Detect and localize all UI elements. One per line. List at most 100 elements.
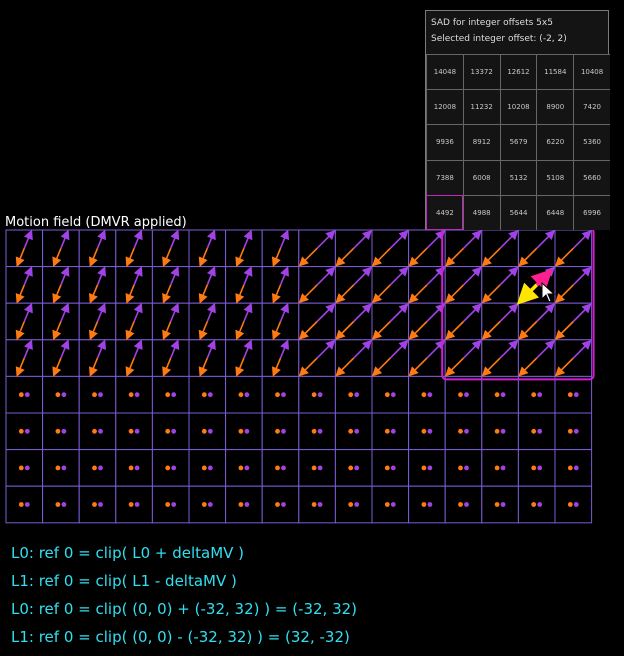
field-cell[interactable]	[554, 412, 593, 451]
field-cell[interactable]	[188, 485, 227, 524]
field-cell[interactable]	[225, 375, 263, 414]
field-cell[interactable]	[151, 485, 190, 524]
field-cell[interactable]	[188, 375, 227, 414]
field-cell[interactable]	[334, 449, 373, 487]
field-cell[interactable]	[151, 375, 190, 414]
field-cell[interactable]	[261, 412, 300, 451]
field-cell[interactable]	[371, 485, 410, 524]
equation-line-2: L1: ref 0 = clip( L1 - deltaMV )	[11, 572, 237, 590]
field-cell[interactable]	[188, 449, 227, 487]
l1-zero-dot	[55, 502, 61, 507]
field-cell[interactable]	[481, 449, 519, 487]
field-cell[interactable]	[371, 412, 410, 451]
field-cell[interactable]	[371, 449, 410, 487]
field-cell[interactable]	[481, 485, 519, 524]
field-cell[interactable]	[78, 449, 117, 487]
sad-cell: 6220	[536, 124, 574, 160]
l1-zero-dot	[348, 502, 354, 507]
field-cell[interactable]	[42, 485, 80, 524]
field-cell[interactable]	[261, 449, 300, 487]
l1-zero-dot	[348, 465, 354, 471]
field-cell[interactable]	[115, 375, 153, 414]
field-cell[interactable]	[298, 375, 336, 414]
field-cell[interactable]	[78, 485, 117, 524]
l0-zero-dot	[24, 392, 30, 398]
sad-cell: 5108	[536, 159, 574, 195]
field-cell[interactable]	[151, 412, 190, 451]
field-cell[interactable]	[115, 449, 153, 487]
l0-zero-dot	[390, 502, 396, 507]
l0-zero-dot	[134, 428, 140, 434]
l0-zero-dot	[244, 465, 250, 471]
field-cell[interactable]	[408, 449, 446, 487]
field-cell[interactable]	[42, 449, 80, 487]
field-cell[interactable]	[517, 449, 556, 487]
l1-zero-dot	[567, 502, 573, 507]
l0-zero-dot	[500, 428, 506, 434]
l1-zero-dot	[201, 465, 207, 471]
field-cell[interactable]	[371, 375, 410, 414]
field-cell[interactable]	[517, 375, 556, 414]
field-cell[interactable]	[481, 412, 519, 451]
l0-zero-dot	[573, 428, 579, 434]
l0-zero-dot	[171, 392, 177, 398]
field-cell[interactable]	[334, 485, 373, 524]
field-cell[interactable]	[334, 412, 373, 451]
l0-zero-dot	[390, 465, 396, 471]
field-cell[interactable]	[225, 412, 263, 451]
field-cell[interactable]	[261, 485, 300, 524]
field-cell[interactable]	[225, 449, 263, 487]
l0-zero-dot	[317, 428, 323, 434]
l1-zero-dot	[421, 392, 427, 398]
field-cell[interactable]	[42, 375, 80, 414]
field-cell[interactable]	[5, 485, 44, 524]
l0-zero-dot	[573, 465, 579, 471]
field-cell[interactable]	[408, 485, 446, 524]
field-cell[interactable]	[261, 375, 300, 414]
field-cell[interactable]	[78, 412, 117, 451]
field-cell[interactable]	[517, 485, 556, 524]
field-cell[interactable]	[298, 485, 336, 524]
sad-cell: 14048	[426, 54, 463, 90]
l0-zero-dot	[98, 428, 103, 434]
l1-zero-dot	[567, 465, 573, 471]
l0-zero-dot	[500, 465, 506, 471]
sad-cell: 6448	[536, 194, 574, 230]
field-cell[interactable]	[554, 449, 593, 487]
field-cell[interactable]	[5, 449, 44, 487]
field-cell[interactable]	[408, 412, 446, 451]
field-cell[interactable]	[5, 375, 44, 414]
field-cell[interactable]	[408, 375, 446, 414]
field-cell[interactable]	[115, 485, 153, 524]
field-cell[interactable]	[151, 449, 190, 487]
field-cell[interactable]	[554, 375, 593, 414]
l1-zero-dot	[348, 428, 354, 434]
sad-cell: 10208	[499, 89, 537, 125]
field-cell[interactable]	[298, 449, 336, 487]
field-cell[interactable]	[298, 412, 336, 451]
l0-zero-dot	[464, 465, 469, 471]
field-cell[interactable]	[225, 485, 263, 524]
field-cell[interactable]	[444, 485, 483, 524]
sad-cell: 5132	[499, 159, 537, 195]
l0-zero-dot	[24, 428, 30, 434]
field-cell[interactable]	[481, 375, 519, 414]
field-cell[interactable]	[444, 412, 483, 451]
field-cell[interactable]	[334, 375, 373, 414]
l0-zero-dot	[427, 465, 433, 471]
field-cell[interactable]	[517, 412, 556, 451]
l1-zero-dot	[128, 502, 134, 507]
field-cell[interactable]	[444, 375, 483, 414]
l0-zero-dot	[207, 428, 213, 434]
field-cell[interactable]	[78, 375, 117, 414]
field-cell[interactable]	[444, 449, 483, 487]
field-cell[interactable]	[554, 485, 593, 524]
l1-zero-dot	[421, 465, 427, 471]
field-cell[interactable]	[42, 412, 80, 451]
field-cell[interactable]	[5, 412, 44, 451]
field-cell[interactable]	[115, 412, 153, 451]
l0-zero-dot	[464, 502, 469, 507]
l1-zero-dot	[275, 502, 280, 507]
l0-zero-dot	[24, 465, 30, 471]
field-cell[interactable]	[188, 412, 227, 451]
